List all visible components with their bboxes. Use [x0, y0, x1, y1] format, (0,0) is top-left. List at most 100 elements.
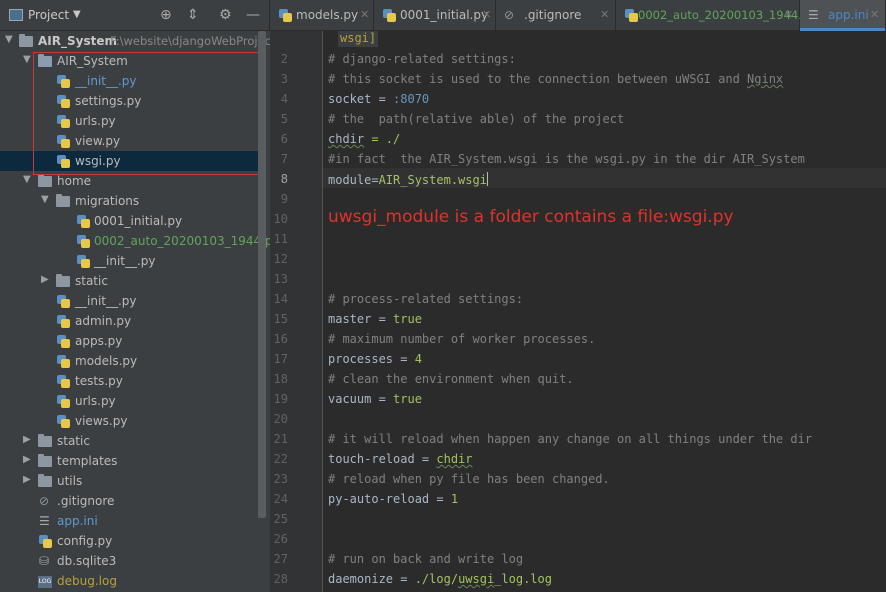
code-value: ./log/ [414, 572, 459, 586]
tree-item-utils[interactable]: ▶ utils [0, 471, 258, 491]
tree-item-label: __init__.py [75, 294, 137, 308]
tree-item-urls-py[interactable]: urls.py [0, 111, 258, 131]
chevron-down-icon[interactable]: ▼ [73, 9, 81, 20]
code-line-14: # process-related settings: [328, 292, 524, 306]
tree-item-db-sqlite3[interactable]: ⛁ db.sqlite3 [0, 551, 258, 571]
line-number: 16 [273, 332, 288, 346]
chevron-down-icon[interactable]: ▼ [23, 54, 31, 65]
code-value: uwsgi [458, 572, 495, 586]
tree-item-air-system[interactable]: ▼ AIR_System [0, 51, 258, 71]
code-text: touch-reload = [328, 452, 437, 466]
tree-item-label: __init__.py [75, 74, 137, 88]
close-icon[interactable]: ✕ [784, 8, 793, 21]
tree-item-debug-log[interactable]: LOG debug.log [0, 571, 258, 591]
tree-item-apps-py[interactable]: apps.py [0, 331, 258, 351]
ini-file-icon: ☰ [39, 514, 50, 528]
tab-app-ini[interactable]: ☰ app.ini ✕ [800, 0, 886, 31]
tree-item-0001-initial-py[interactable]: 0001_initial.py [0, 211, 258, 231]
ini-file-icon: ☰ [808, 8, 819, 22]
tree-root[interactable]: ▼ AIR_System F:\website\djangoWebProject… [0, 31, 270, 51]
code-line-16: # maximum number of worker processes. [328, 332, 596, 346]
tree-item-wsgi-py[interactable]: wsgi.py [0, 151, 258, 171]
tree-item-config-py[interactable]: config.py [0, 531, 258, 551]
tree-item-label: migrations [75, 194, 140, 208]
python-file-icon [38, 534, 52, 548]
tab-models-py[interactable]: models.py ✕ [270, 0, 374, 31]
tree-item-label: db.sqlite3 [57, 554, 117, 568]
tree-item-label: urls.py [75, 394, 116, 408]
top-bar: Project ▼ ⊕ ⇕ ⚙ — models.py ✕ 0001_initi… [0, 0, 886, 31]
close-icon[interactable]: ✕ [600, 8, 609, 21]
chevron-right-icon[interactable]: ▶ [23, 474, 31, 485]
close-icon[interactable]: ✕ [360, 8, 369, 21]
minimize-icon[interactable]: — [246, 7, 260, 23]
tree-item-home-init-py[interactable]: __init__.py [0, 291, 258, 311]
tab-0001-initial-py[interactable]: 0001_initial.py ✕ [374, 0, 496, 31]
project-tree: ▼ AIR_System F:\website\djangoWebProject… [0, 31, 270, 592]
tree-item-settings-py[interactable]: settings.py [0, 91, 258, 111]
chevron-down-icon[interactable]: ▼ [41, 194, 49, 205]
tree-item-label: view.py [75, 134, 121, 148]
tree-item-home-urls-py[interactable]: urls.py [0, 391, 258, 411]
code-line-5: # the path(relative able) of the project [328, 112, 625, 126]
collapse-all-icon[interactable]: ⇕ [187, 7, 199, 23]
tree-item-label: urls.py [75, 114, 116, 128]
close-icon[interactable]: ✕ [482, 8, 491, 21]
line-number: 2 [280, 52, 288, 66]
tree-item-models-py[interactable]: models.py [0, 351, 258, 371]
tree-item-label: admin.py [75, 314, 132, 328]
python-file-icon [76, 234, 90, 248]
tree-item-templates[interactable]: ▶ templates [0, 451, 258, 471]
code-text: processes = [328, 352, 415, 366]
python-file-icon [56, 334, 70, 348]
tree-item-app-ini[interactable]: ☰ app.ini [0, 511, 258, 531]
code-line-22: touch-reload = chdir [328, 452, 473, 466]
tree-item-gitignore[interactable]: ⊘ .gitignore [0, 491, 258, 511]
code-text: socket = [328, 92, 394, 106]
tree-item-migrations-init-py[interactable]: __init__.py [0, 251, 258, 271]
chevron-right-icon[interactable]: ▶ [41, 274, 49, 285]
line-number: 4 [280, 92, 288, 106]
project-tool-window-header[interactable]: Project ▼ ⊕ ⇕ ⚙ — [0, 0, 270, 31]
close-icon[interactable]: ✕ [870, 8, 879, 21]
code-value: _log.log [494, 572, 552, 586]
tree-item-migrations[interactable]: ▼ migrations [0, 191, 258, 211]
folder-icon [19, 34, 33, 47]
gear-icon[interactable]: ⚙ [219, 7, 232, 23]
code-value: = ./ [364, 132, 401, 146]
database-file-icon: ⛁ [39, 554, 50, 568]
tree-item-tests-py[interactable]: tests.py [0, 371, 258, 391]
tree-item-label: templates [57, 454, 118, 468]
tree-item-admin-py[interactable]: admin.py [0, 311, 258, 331]
line-number: 9 [280, 192, 288, 206]
tree-item-label: debug.log [57, 574, 117, 588]
tree-item-static[interactable]: ▶ static [0, 431, 258, 451]
code-line-27: # run on back and write log [328, 552, 524, 566]
code-editor[interactable]: 2 3 4 5 6 7 8 9 10 11 12 13 14 15 16 17 … [270, 31, 886, 592]
chevron-down-icon[interactable]: ▼ [5, 34, 13, 45]
tree-item-views-py[interactable]: views.py [0, 411, 258, 431]
line-number: 24 [273, 492, 288, 506]
tree-scrollbar[interactable] [258, 31, 266, 518]
code-line-19: vacuum = true [328, 392, 422, 406]
folder-icon [38, 174, 52, 187]
crosshair-icon[interactable]: ⊕ [160, 7, 172, 23]
line-number: 13 [273, 272, 288, 286]
tree-item-view-py[interactable]: view.py [0, 131, 258, 151]
tree-item-home[interactable]: ▼ home [0, 171, 258, 191]
chevron-right-icon[interactable]: ▶ [23, 454, 31, 465]
code-value: 1 [450, 492, 459, 506]
tree-item-home-static[interactable]: ▶ static [0, 271, 258, 291]
gitignore-file-icon: ⊘ [504, 8, 515, 22]
python-file-icon [56, 374, 70, 388]
line-number: 3 [280, 72, 288, 86]
chevron-down-icon[interactable]: ▼ [23, 174, 31, 185]
tree-item-0002-auto-py[interactable]: 0002_auto_20200103_1944.py [0, 231, 270, 251]
code-line-28: daemonize = ./log/uwsgi_log.log [328, 572, 552, 586]
tree-item-init-py[interactable]: __init__.py [0, 71, 258, 91]
chevron-right-icon[interactable]: ▶ [23, 434, 31, 445]
code-line-21: # it will reload when happen any change … [328, 432, 813, 446]
tab-gitignore[interactable]: ⊘ .gitignore ✕ [496, 0, 616, 31]
tree-root-label: AIR_System [38, 34, 117, 48]
tab-0002-auto-py[interactable]: 0002_auto_20200103_1944.py ✕ [616, 0, 816, 31]
